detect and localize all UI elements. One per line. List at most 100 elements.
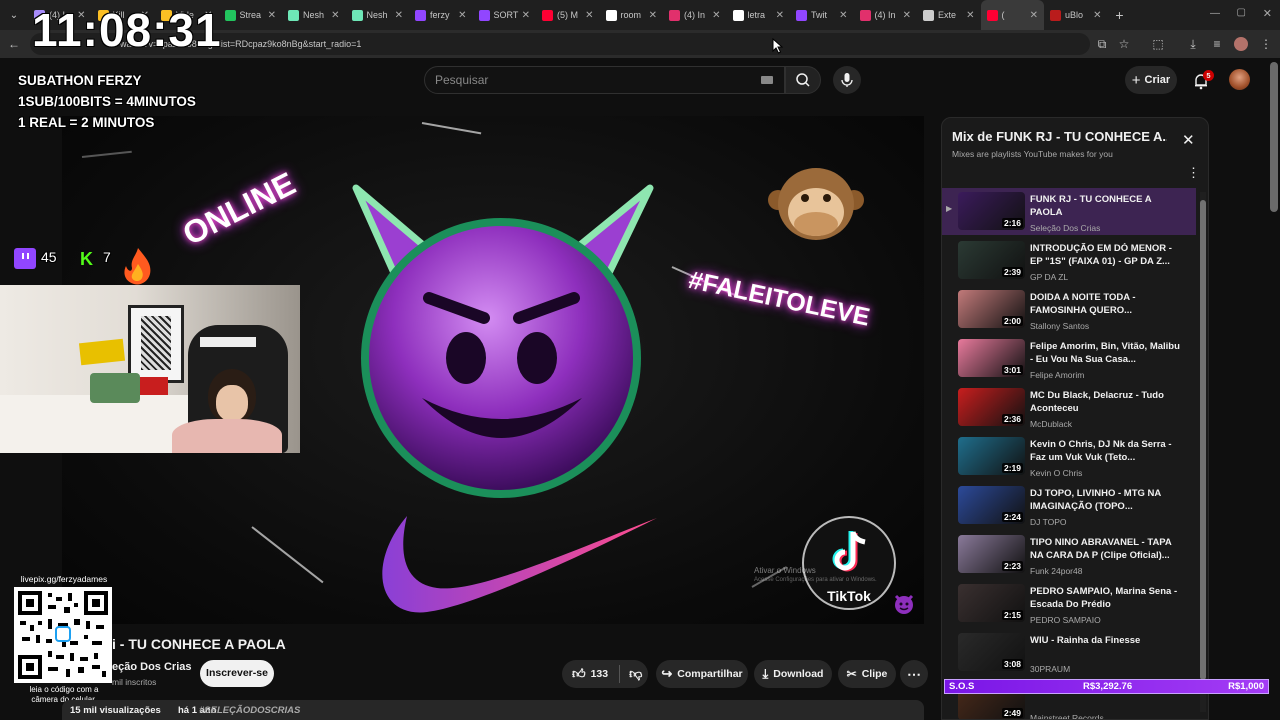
video-thumbnail[interactable]: 2:00 [958, 290, 1025, 328]
playlist-item[interactable]: 2:15 PEDRO SAMPAIO, Marina Sena - Escada … [942, 584, 1196, 633]
tab-close-icon[interactable]: ✕ [331, 10, 339, 21]
playlist-item-title[interactable]: INTRODUÇÃO EM DÓ MENOR - EP "1S" (FAIXA … [1030, 243, 1180, 268]
playlist-item-title[interactable]: PEDRO SAMPAIO, Marina Sena - Escada Do P… [1030, 586, 1180, 611]
description-box[interactable]: 15 mil visualizações há 1 ano #SELEÇÃODO… [62, 700, 924, 720]
tab-close-icon[interactable]: ✕ [522, 10, 530, 21]
playlist-item-title[interactable]: FUNK RJ - TU CONHECE A PAOLA [1030, 194, 1180, 219]
download-button[interactable]: ⤓ Download [754, 660, 832, 688]
video-thumbnail[interactable]: 2:19 [958, 437, 1025, 475]
playlist-item-title[interactable]: MC Du Black, Delacruz - Tudo Aconteceu [1030, 390, 1180, 415]
playlist-item-title[interactable]: Kevin O Chris, DJ Nk da Serra - Faz um V… [1030, 439, 1180, 464]
browser-tab[interactable]: Nesh ✕ [346, 0, 410, 30]
clip-button[interactable]: ✂ Clipe [838, 660, 896, 688]
tab-close-icon[interactable]: ✕ [966, 10, 974, 21]
more-actions-button[interactable]: ⋯ [900, 660, 928, 688]
playlist-item[interactable]: ▶ 2:16 FUNK RJ - TU CONHECE A PAOLA Seleção… [942, 188, 1196, 235]
playlist-scroll-track[interactable] [1200, 192, 1206, 712]
browser-tab[interactable]: Strea ✕ [219, 0, 283, 30]
create-button[interactable]: + Criar [1125, 66, 1177, 94]
video-thumbnail[interactable]: 3:08 [958, 633, 1025, 671]
voice-search-button[interactable] [833, 66, 861, 94]
tab-close-icon[interactable]: ✕ [712, 10, 720, 21]
account-avatar[interactable] [1229, 69, 1250, 90]
playlist-item-title[interactable]: TIPO NINO ABRAVANEL - TAPA NA CARA DA P … [1030, 537, 1180, 562]
playlist-item[interactable]: 2:19 Kevin O Chris, DJ Nk da Serra - Faz … [942, 437, 1196, 486]
window-close-button[interactable]: ✕ [1263, 7, 1272, 20]
search-button[interactable] [785, 66, 821, 94]
playlist-item-title[interactable]: Felipe Amorim, Bin, Vitão, Malibu - Eu V… [1030, 341, 1180, 366]
video-thumbnail[interactable]: 2:15 [958, 584, 1025, 622]
browser-tab[interactable]: SORT ✕ [473, 0, 537, 30]
plus-icon: + [1131, 71, 1141, 89]
playlist-item[interactable]: 3:01 Felipe Amorim, Bin, Vitão, Malibu - … [942, 339, 1196, 388]
tab-close-icon[interactable]: ✕ [585, 10, 593, 21]
playlist-item[interactable]: 2:24 DJ TOPO, LIVINHO - MTG NA IMAGINAÇÃO… [942, 486, 1196, 535]
browser-tab[interactable]: (✕ [980, 0, 1044, 30]
back-arrow-icon[interactable]: ← [6, 36, 22, 52]
browser-menu-icon[interactable]: ⋮ [1258, 36, 1274, 52]
thumbs-up-icon[interactable]: 👍︎ [572, 666, 586, 682]
video-title: i - TU CONHECE A PAOLA [112, 636, 286, 652]
playlist-scrollbar-thumb[interactable] [1200, 200, 1206, 680]
tab-close-icon[interactable]: ✕ [395, 10, 403, 21]
maximize-button[interactable]: ▢ [1237, 7, 1246, 18]
browser-tab[interactable]: Exte ✕ [917, 0, 981, 30]
browser-tab[interactable]: (4) In ✕ [663, 0, 727, 30]
video-thumbnail[interactable]: 2:23 [958, 535, 1025, 573]
tab-close-icon[interactable]: ✕ [649, 10, 657, 21]
playlist-item[interactable]: 2:39 INTRODUÇÃO EM DÓ MENOR - EP "1S" (FA… [942, 241, 1196, 290]
browser-tab[interactable]: ferzy ✕ [409, 0, 473, 30]
tab-close-icon[interactable]: ✕ [1030, 10, 1038, 21]
tab-close-icon[interactable]: ✕ [839, 10, 847, 21]
description-hashtag[interactable]: #SELEÇÃODOSCRIAS [199, 705, 300, 716]
new-tab-button[interactable]: + [1108, 7, 1132, 23]
browser-tab[interactable]: Twit ✕ [790, 0, 854, 30]
video-thumbnail[interactable]: 2:36 [958, 388, 1025, 426]
browser-tab[interactable]: (4) In ✕ [854, 0, 918, 30]
tab-close-icon[interactable]: ✕ [268, 10, 276, 21]
poster-art [141, 316, 171, 370]
media-icon[interactable]: ≡ [1209, 36, 1225, 52]
bookmark-star-icon[interactable]: ☆ [1116, 36, 1132, 52]
browser-tab[interactable]: letra ✕ [727, 0, 791, 30]
playlist-item[interactable]: 3:08 WIU - Rainha da Finesse 30PRAUM [942, 633, 1196, 682]
subscribe-button[interactable]: Inscrever-se [200, 660, 274, 687]
video-thumbnail[interactable]: 2:24 [958, 486, 1025, 524]
share-button[interactable]: ↪ Compartilhar [656, 660, 748, 688]
tab-search-icon[interactable]: ⌄ [0, 10, 28, 21]
tab-close-icon[interactable]: ✕ [458, 10, 466, 21]
playlist-item-title[interactable]: DOIDA A NOITE TODA - FAMOSINHA QUERO... [1030, 292, 1180, 317]
create-label: Criar [1144, 74, 1171, 86]
stream-clock: 11:08:31 [32, 4, 222, 56]
playlist-item[interactable]: 2:36 MC Du Black, Delacruz - Tudo Acontec… [942, 388, 1196, 437]
playlist-menu-icon[interactable]: ⋮ [1187, 165, 1200, 181]
tab-close-icon[interactable]: ✕ [776, 10, 784, 21]
video-thumbnail[interactable]: 2:39 [958, 241, 1025, 279]
tiktok-badge: TikTok [802, 516, 896, 610]
cast-icon[interactable]: ⧉ [1094, 36, 1110, 52]
keyboard-icon[interactable] [761, 76, 773, 84]
extensions-icon[interactable]: ⬚ [1150, 36, 1166, 52]
browser-tab[interactable]: uBlo ✕ [1044, 0, 1108, 30]
channel-name[interactable]: eção Dos Crias [112, 661, 191, 673]
playlist-item[interactable]: 2:23 TIPO NINO ABRAVANEL - TAPA NA CARA D… [942, 535, 1196, 584]
thumbs-down-icon[interactable]: 👎︎ [629, 666, 642, 682]
playlist-item-title[interactable]: DJ TOPO, LIVINHO - MTG NA IMAGINAÇÃO (TO… [1030, 488, 1180, 513]
tab-close-icon[interactable]: ✕ [903, 10, 911, 21]
video-thumbnail[interactable]: 2:16 [958, 192, 1025, 230]
video-thumbnail[interactable]: 3:01 [958, 339, 1025, 377]
page-scrollbar-thumb[interactable] [1270, 62, 1278, 212]
playlist-item[interactable]: 2:00 DOIDA A NOITE TODA - FAMOSINHA QUERO… [942, 290, 1196, 339]
browser-tab[interactable]: (5) M ✕ [536, 0, 600, 30]
browser-tab[interactable]: Nesh ✕ [282, 0, 346, 30]
desk [0, 395, 200, 453]
like-count[interactable]: 133 [591, 668, 609, 680]
close-playlist-icon[interactable]: ✕ [1182, 131, 1195, 149]
minimize-button[interactable]: — [1210, 8, 1220, 19]
profile-avatar[interactable] [1234, 37, 1248, 51]
playlist-item-title[interactable]: WIU - Rainha da Finesse [1030, 635, 1180, 648]
download-icon[interactable]: ⤓ [1185, 36, 1201, 52]
tab-close-icon[interactable]: ✕ [1093, 10, 1101, 21]
search-input[interactable]: Pesquisar [424, 66, 785, 94]
browser-tab[interactable]: room ✕ [600, 0, 664, 30]
